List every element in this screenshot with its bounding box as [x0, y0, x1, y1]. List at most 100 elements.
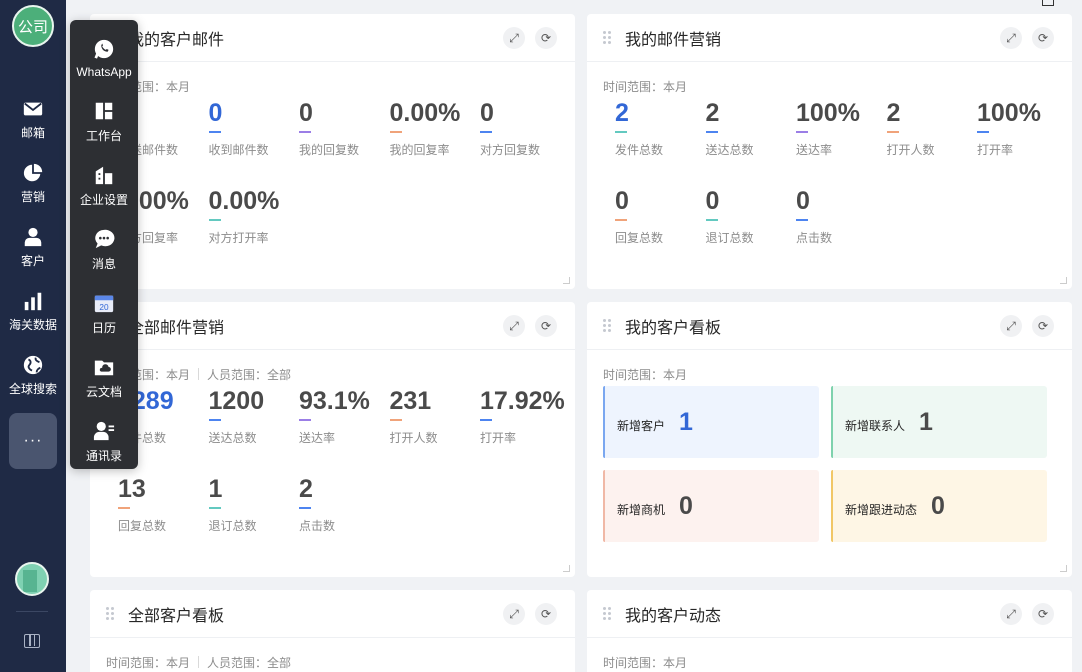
sidebar-item-marketing[interactable]: 营销 — [0, 151, 66, 215]
kanban-grid: 新增客户 1 新增联系人 1 新增商机 0 新增跟进动态 0 — [587, 386, 1072, 542]
card-header: 全部邮件营销 ⤢ ⟳ — [90, 302, 575, 350]
company-logo[interactable]: 公司 — [12, 5, 54, 47]
drag-handle-icon[interactable] — [603, 606, 611, 621]
popup-item-workbench[interactable]: 工作台 — [70, 90, 138, 154]
card-my-customer-mail: 我的客户邮件 ⤢ ⟳ 时间范围：本月 发送邮件数 0 收到邮件数 0 我的回复数 0.00… — [90, 14, 575, 289]
drag-handle-icon[interactable] — [106, 606, 114, 621]
time-scope: 时间范围：本月 — [603, 368, 688, 382]
sidebar-item-customs-data[interactable]: 海关数据 — [0, 279, 66, 343]
card-header: 我的邮件营销 ⤢ ⟳ — [587, 14, 1072, 62]
stat-item: 0 回复总数 — [615, 186, 706, 274]
expand-icon[interactable]: ⤢ — [503, 27, 525, 49]
popup-item-label: 日历 — [91, 321, 116, 335]
stat-underline — [705, 219, 718, 221]
popup-item-contacts[interactable]: 通讯录 — [70, 410, 138, 474]
sidebar-item-label: 营销 — [20, 189, 45, 204]
expand-icon[interactable]: ⤢ — [503, 315, 525, 337]
resize-handle-icon[interactable] — [563, 565, 570, 572]
refresh-icon[interactable]: ⟳ — [535, 603, 557, 625]
refresh-icon[interactable]: ⟳ — [1032, 27, 1054, 49]
kanban-value: 1 — [679, 407, 693, 436]
expand-icon[interactable]: ⤢ — [1000, 315, 1022, 337]
stats-grid: 1289 发件总数 1200 送达总数 93.1% 送达率 231 打开人数 17.92% 打开率… — [90, 386, 575, 562]
expand-icon[interactable]: ⤢ — [1000, 27, 1022, 49]
resize-handle-icon[interactable] — [1060, 277, 1067, 284]
stat-item: 100% 打开率 — [977, 98, 1068, 186]
refresh-icon[interactable]: ⟳ — [1032, 603, 1054, 625]
pie-chart-icon — [23, 163, 43, 181]
sidebar-item-customer[interactable]: 客户 — [0, 215, 66, 279]
popup-item-cloud-docs[interactable]: 云文档 — [70, 346, 138, 410]
sidebar-item-label: 客户 — [20, 253, 45, 268]
refresh-icon[interactable]: ⟳ — [535, 315, 557, 337]
stat-label: 打开率 — [480, 431, 517, 445]
stat-label: 回复总数 — [118, 519, 167, 533]
stat-label: 打开率 — [977, 143, 1014, 157]
time-scope: 时间范围：本月 — [603, 656, 688, 670]
sidebar-item-mail[interactable]: 邮箱 — [0, 87, 66, 151]
stat-item: 0 收到邮件数 — [208, 98, 300, 186]
more-apps-button[interactable]: ··· — [9, 413, 57, 469]
kanban-new-opportunities[interactable]: 新增商机 0 — [603, 470, 819, 542]
refresh-icon[interactable]: ⟳ — [535, 27, 557, 49]
card-my-mail-marketing: 我的邮件营销 ⤢ ⟳ 时间范围：本月 2 发件总数 2 送达总数 100% 送达率 2 打开人… — [587, 14, 1072, 289]
stat-item: 0 我的回复数 — [299, 98, 390, 186]
stat-label: 退订总数 — [208, 519, 257, 533]
avatar[interactable] — [15, 562, 49, 596]
stat-value: 0 — [208, 99, 223, 127]
stat-item: 100% 送达率 — [796, 98, 887, 186]
sidebar-divider — [16, 611, 48, 612]
scope-divider — [198, 656, 200, 668]
stat-label: 对方打开率 — [208, 231, 269, 245]
left-sidebar: 公司 邮箱 营销 客户 海关数据 全球搜索 ··· — [0, 0, 66, 672]
card-title: 我的客户动态 — [625, 607, 722, 625]
window-corner-icon[interactable] — [1042, 0, 1054, 6]
stat-item: 0 退订总数 — [705, 186, 797, 274]
expand-icon[interactable]: ⤢ — [503, 603, 525, 625]
card-header: 我的客户邮件 ⤢ ⟳ — [90, 14, 575, 62]
kanban-new-followups[interactable]: 新增跟进动态 0 — [831, 470, 1047, 542]
refresh-icon[interactable]: ⟳ — [1032, 315, 1054, 337]
stat-item: 0 对方回复数 — [480, 98, 571, 186]
popup-item-messages[interactable]: 消息 — [70, 218, 138, 282]
stat-item: 231 打开人数 — [389, 386, 481, 474]
stat-underline — [208, 219, 221, 221]
kanban-label: 新增联系人 — [845, 418, 906, 433]
stat-value: 1 — [208, 475, 223, 503]
popup-item-label: 通讯录 — [85, 449, 122, 463]
stat-underline — [480, 131, 492, 133]
layout-toggle-icon[interactable] — [24, 634, 40, 648]
card-header: 我的客户动态 ⤢ ⟳ — [587, 590, 1072, 638]
card-all-mail-marketing: 全部邮件营销 ⤢ ⟳ 时间范围：本月 人员范围：全部 1289 发件总数 1200 送达… — [90, 302, 575, 577]
stat-value: 13 — [118, 475, 146, 503]
drag-handle-icon[interactable] — [603, 318, 611, 333]
card-my-customer-activity: 我的客户动态 ⤢ ⟳ 时间范围：本月 — [587, 590, 1072, 672]
stat-label: 点击数 — [796, 231, 833, 245]
popup-item-whatsapp[interactable]: WhatsApp — [70, 26, 138, 90]
expand-icon[interactable]: ⤢ — [1000, 603, 1022, 625]
stat-value: 0 — [615, 187, 629, 215]
stat-value: 100% — [977, 99, 1041, 127]
popup-item-calendar[interactable]: 20 日历 — [70, 282, 138, 346]
kanban-new-customers[interactable]: 新增客户 1 — [603, 386, 819, 458]
stat-underline — [208, 419, 221, 421]
stat-item: 2 发件总数 — [615, 98, 706, 186]
stat-item: 2 点击数 — [299, 474, 390, 562]
drag-handle-icon[interactable] — [603, 30, 611, 45]
resize-handle-icon[interactable] — [1060, 565, 1067, 572]
sidebar-item-global-search[interactable]: 全球搜索 — [0, 343, 66, 407]
card-title: 我的客户看板 — [625, 319, 722, 337]
resize-handle-icon[interactable] — [563, 277, 570, 284]
stat-item: 0.00% 我的回复率 — [389, 98, 481, 186]
kanban-new-contacts[interactable]: 新增联系人 1 — [831, 386, 1047, 458]
stat-item: 1200 送达总数 — [208, 386, 300, 474]
sidebar-item-label: 邮箱 — [20, 125, 45, 140]
calendar-icon: 20 — [94, 295, 114, 313]
stat-item: 17.92% 打开率 — [480, 386, 571, 474]
stat-label: 对方回复数 — [480, 143, 541, 157]
stat-underline — [299, 507, 311, 509]
mail-icon — [23, 102, 43, 115]
dashboard-icon — [95, 102, 113, 120]
popup-item-enterprise-settings[interactable]: 企业设置 — [70, 154, 138, 218]
stat-underline — [389, 419, 402, 421]
